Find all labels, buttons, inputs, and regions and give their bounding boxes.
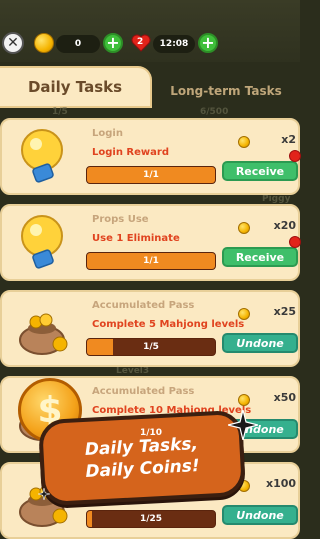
reward-count: x20 <box>273 219 296 232</box>
task-title: Login Reward <box>92 147 169 158</box>
close-button[interactable]: ✕ <box>2 32 24 54</box>
task-category: Login <box>92 128 123 139</box>
tab-long-term-tasks[interactable]: Long-term Tasks <box>152 74 300 108</box>
coin-balance: 0 <box>56 35 100 53</box>
plus-icon: + <box>106 33 120 52</box>
action-button-label: Receive <box>235 250 285 264</box>
lives-timer-pill: 12:08 <box>153 35 195 53</box>
promo-line-2: Daily Coins! <box>85 456 201 482</box>
notification-dot <box>289 236 301 248</box>
task-progress-bar: 1/1 <box>86 252 216 270</box>
task-card: Login Login Reward 1/1 x2 Receive <box>0 118 301 195</box>
coin-count: 0 <box>74 39 82 49</box>
lives-count: 2 <box>137 37 144 47</box>
task-tabs: Daily Tasks Long-term Tasks <box>0 66 300 108</box>
plus-icon: + <box>201 33 215 52</box>
coin-icon <box>34 33 54 53</box>
task-card: Props Use Use 1 Eliminate 1/1 x20 Receive <box>0 204 301 281</box>
tab-long-term-label: Long-term Tasks <box>170 84 282 98</box>
reward-coin-icon <box>238 394 250 406</box>
lightbulb-icon <box>14 212 76 274</box>
reward-count: x100 <box>266 477 297 490</box>
task-progress-text: 1/10 <box>139 428 163 438</box>
sparkle-star-icon <box>228 410 258 440</box>
close-icon: ✕ <box>7 35 19 51</box>
action-button-label: Undone <box>236 336 284 350</box>
sparkle-star-icon <box>38 488 50 500</box>
reward-count: x2 <box>281 133 296 146</box>
task-category: Accumulated Pass <box>92 386 195 397</box>
background-level-text: Level3 <box>116 366 150 376</box>
task-progress-bar: 1/1 <box>86 166 216 184</box>
action-button-label: Receive <box>235 164 285 178</box>
add-lives-button[interactable]: + <box>198 33 218 53</box>
reward-coin-icon <box>238 222 250 234</box>
add-coins-button[interactable]: + <box>103 33 123 53</box>
task-category: Accumulated Pass <box>92 300 195 311</box>
background-count-left: 1/5 <box>52 107 68 117</box>
tab-daily-label: Daily Tasks <box>27 78 123 96</box>
undone-button[interactable]: Undone <box>222 333 298 353</box>
task-progress-text: 1/25 <box>139 514 163 524</box>
task-progress-bar: 1/5 <box>86 338 216 356</box>
task-title: Complete 5 Mahjong levels <box>92 319 245 330</box>
task-category: Props Use <box>92 214 149 225</box>
action-button-label: Undone <box>236 508 284 522</box>
undone-button[interactable]: Undone <box>222 505 298 525</box>
top-bar: ✕ 0 + 2 12:08 + <box>0 0 300 62</box>
reward-coin-icon <box>238 308 250 320</box>
coin-sack-icon <box>14 298 76 360</box>
receive-button[interactable]: Receive <box>222 247 298 267</box>
task-card: Accumulated Pass Complete 5 Mahjong level… <box>0 290 300 367</box>
task-progress-bar: 1/25 <box>86 510 216 528</box>
tab-daily-tasks[interactable]: Daily Tasks <box>0 66 152 108</box>
lives-timer: 12:08 <box>159 39 189 49</box>
reward-count: x25 <box>273 305 296 318</box>
task-progress-text: 1/5 <box>143 342 159 352</box>
lightbulb-icon <box>14 126 76 188</box>
background-count-right: 6/500 <box>200 107 229 117</box>
notification-dot <box>289 150 301 162</box>
reward-count: x50 <box>273 391 296 404</box>
receive-button[interactable]: Receive <box>222 161 298 181</box>
task-title: Use 1 Eliminate <box>92 233 180 244</box>
task-progress-text: 1/1 <box>143 170 159 180</box>
reward-coin-icon <box>238 136 250 148</box>
task-progress-bar: 1/10 <box>86 424 216 442</box>
task-progress-text: 1/1 <box>143 256 159 266</box>
